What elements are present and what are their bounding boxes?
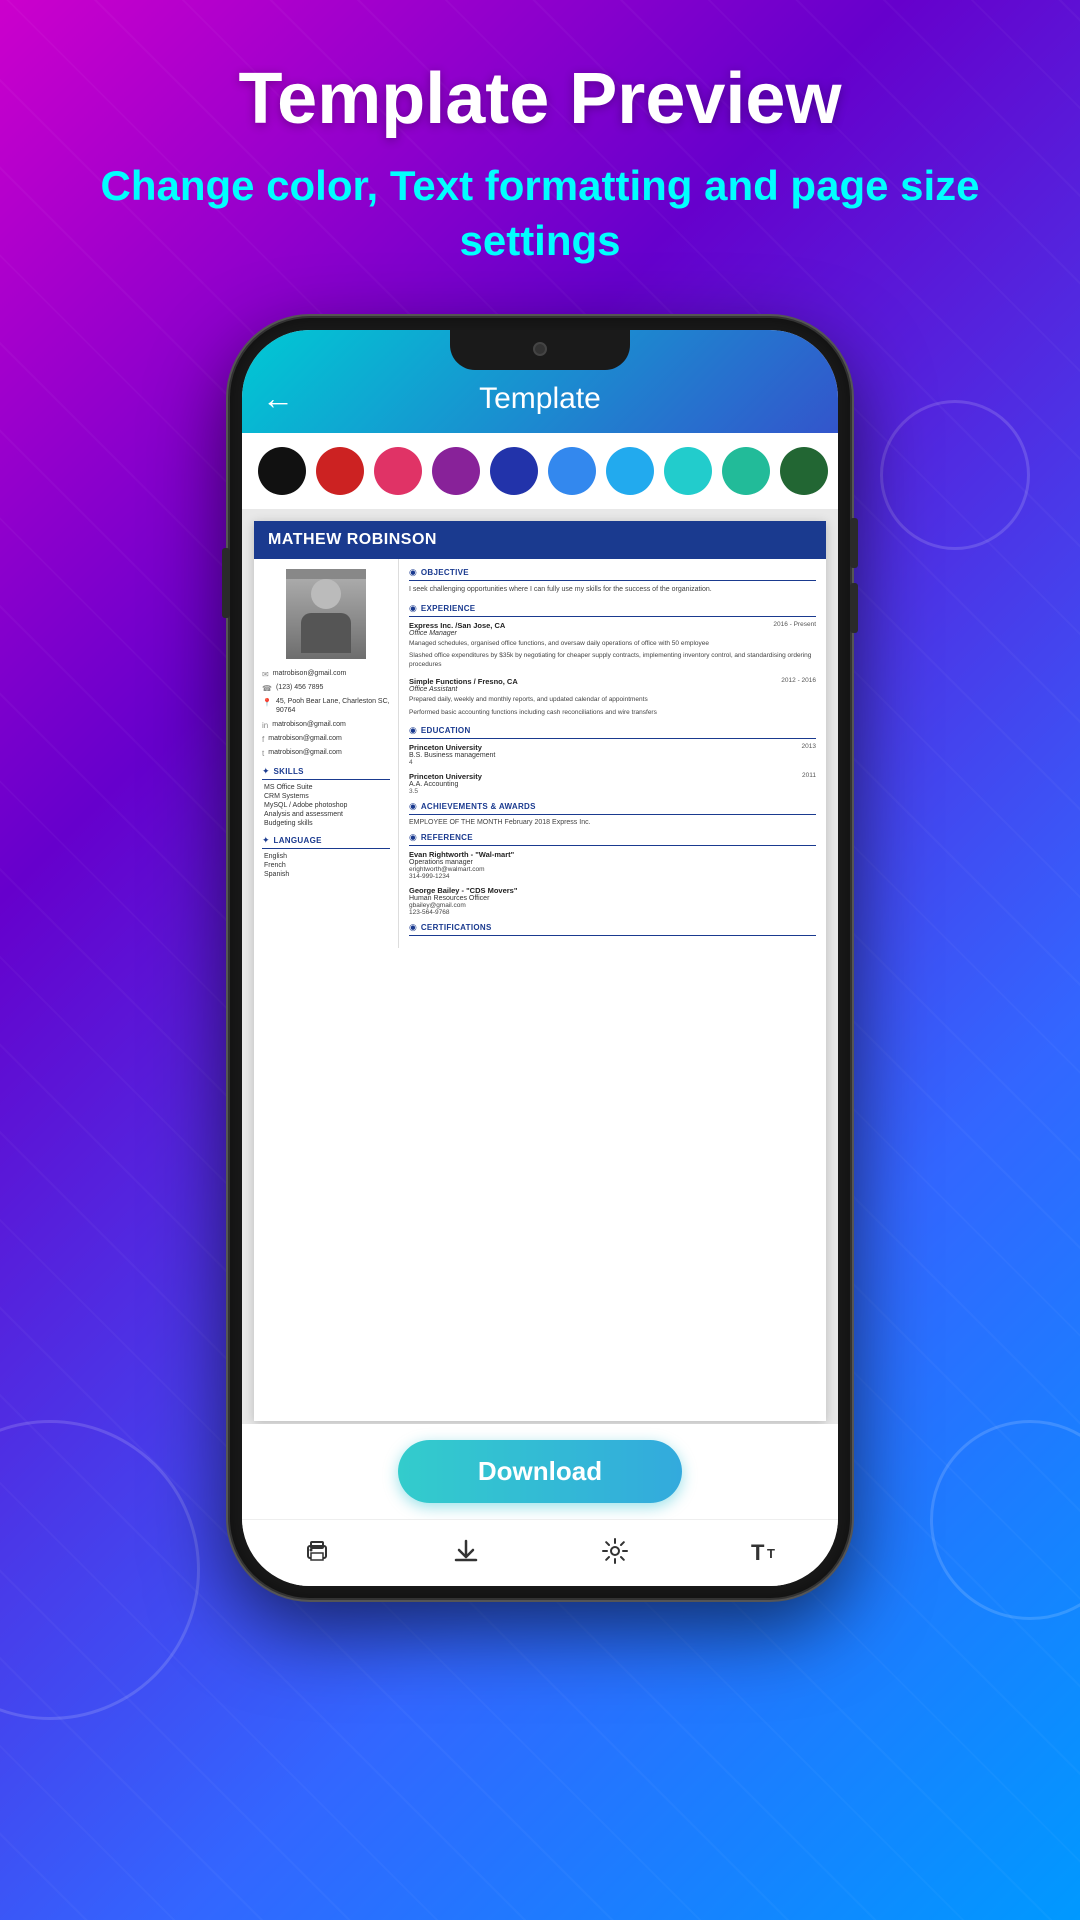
color-black[interactable] xyxy=(258,447,306,495)
settings-nav-item[interactable] xyxy=(600,1536,630,1566)
skill-1: MS Office Suite xyxy=(262,784,390,791)
phone-screen: ← Template xyxy=(242,330,838,1586)
lang-1: English xyxy=(262,853,390,860)
volume-down-button xyxy=(850,583,858,633)
education-section-header: ◉ EDUCATION xyxy=(409,725,816,739)
color-red[interactable] xyxy=(316,447,364,495)
experience-icon: ◉ xyxy=(409,603,417,614)
svg-text:T: T xyxy=(767,1546,775,1561)
certifications-icon: ◉ xyxy=(409,922,417,933)
language-icon: ✦ xyxy=(262,835,270,846)
resume-preview[interactable]: MATHEW ROBINSON xyxy=(242,509,838,1424)
edu-entry-1: Princeton University 2013 B.S. Business … xyxy=(409,743,816,766)
person-head xyxy=(311,579,341,609)
linkedin-icon: in xyxy=(262,721,268,730)
education-icon: ◉ xyxy=(409,725,417,736)
color-blue[interactable] xyxy=(548,447,596,495)
contact-phone: ☎ (123) 456 7895 xyxy=(262,683,390,693)
exp-header-1: Express Inc. /San Jose, CA 2016 - Presen… xyxy=(409,621,816,630)
reference-section-header: ◉ REFERENCE xyxy=(409,832,816,846)
photo-placeholder xyxy=(286,579,366,659)
reference-icon: ◉ xyxy=(409,832,417,843)
color-purple[interactable] xyxy=(432,447,480,495)
resume-name-bar: MATHEW ROBINSON xyxy=(254,521,826,559)
contact-address: 📍 45, Pooh Bear Lane, Charleston SC, 907… xyxy=(262,697,390,715)
color-light-blue[interactable] xyxy=(606,447,654,495)
exp-entry-1: Express Inc. /San Jose, CA 2016 - Presen… xyxy=(409,621,816,669)
color-navy[interactable] xyxy=(490,447,538,495)
color-palette xyxy=(242,433,838,509)
resume-body: ✉ matrobison@gmail.com ☎ (123) 456 7895 … xyxy=(254,559,826,947)
color-teal[interactable] xyxy=(722,447,770,495)
resume-photo xyxy=(286,569,366,659)
person-body xyxy=(301,613,351,653)
text-size-nav-item[interactable]: T T xyxy=(749,1536,779,1566)
resume-left-column: ✉ matrobison@gmail.com ☎ (123) 456 7895 … xyxy=(254,559,399,947)
twitter-icon: t xyxy=(262,749,264,758)
ref-entry-2: George Bailey - "CDS Movers" Human Resou… xyxy=(409,886,816,916)
contact-facebook: f matrobison@gmail.com xyxy=(262,734,390,744)
achievement-text: EMPLOYEE OF THE MONTH February 2018 Expr… xyxy=(409,819,816,826)
skill-5: Budgeting skills xyxy=(262,820,390,827)
exp-header-2: Simple Functions / Fresno, CA 2012 - 201… xyxy=(409,677,816,686)
certifications-section-header: ◉ CERTIFICATIONS xyxy=(409,922,816,936)
objective-section-header: ◉ OBJECTIVE xyxy=(409,567,816,581)
phone-icon: ☎ xyxy=(262,684,272,693)
download-nav-item[interactable] xyxy=(451,1536,481,1566)
resume-right-column: ◉ OBJECTIVE I seek challenging opportuni… xyxy=(399,559,826,947)
experience-section-header: ◉ EXPERIENCE xyxy=(409,603,816,617)
location-icon: 📍 xyxy=(262,698,272,707)
skill-3: MySQL / Adobe photoshop xyxy=(262,802,390,809)
language-section-header: ✦ LANGUAGE xyxy=(262,835,390,849)
ref-entry-1: Evan Rightworth - "Wal-mart" Operations … xyxy=(409,850,816,880)
objective-icon: ◉ xyxy=(409,567,417,578)
skills-icon: ✦ xyxy=(262,766,270,777)
download-button-container: Download xyxy=(242,1424,838,1519)
contact-linkedin: in matrobison@gmail.com xyxy=(262,720,390,730)
phone-inner: ← Template xyxy=(242,330,838,1586)
page-subtitle: Change color, Text formatting and page s… xyxy=(0,159,1080,268)
exp-entry-2: Simple Functions / Fresno, CA 2012 - 201… xyxy=(409,677,816,716)
screen-title: Template xyxy=(314,382,766,416)
svg-text:T: T xyxy=(751,1540,765,1565)
camera-icon xyxy=(533,342,547,356)
phone-outer: ← Template xyxy=(230,318,850,1598)
contact-twitter: t matrobison@gmail.com xyxy=(262,748,390,758)
lang-2: French xyxy=(262,862,390,869)
achievements-section-header: ◉ ACHIEVEMENTS & AWARDS xyxy=(409,801,816,815)
bottom-navigation: T T xyxy=(242,1519,838,1586)
page-title: Template Preview xyxy=(0,60,1080,139)
volume-up-button xyxy=(850,518,858,568)
lang-3: Spanish xyxy=(262,871,390,878)
header-section: Template Preview Change color, Text form… xyxy=(0,0,1080,298)
color-pink[interactable] xyxy=(374,447,422,495)
skill-2: CRM Systems xyxy=(262,793,390,800)
color-cyan[interactable] xyxy=(664,447,712,495)
contact-email: ✉ matrobison@gmail.com xyxy=(262,669,390,679)
power-button xyxy=(222,548,230,618)
skill-4: Analysis and assessment xyxy=(262,811,390,818)
phone-notch xyxy=(450,330,630,370)
achievements-icon: ◉ xyxy=(409,801,417,812)
back-button[interactable]: ← xyxy=(262,380,294,417)
email-icon: ✉ xyxy=(262,670,269,679)
skills-section-header: ✦ SKILLS xyxy=(262,766,390,780)
print-nav-item[interactable] xyxy=(302,1536,332,1566)
edu-entry-2: Princeton University 2011 A.A. Accountin… xyxy=(409,772,816,795)
facebook-icon: f xyxy=(262,735,264,744)
objective-text: I seek challenging opportunities where I… xyxy=(409,585,816,595)
phone-mockup: ← Template xyxy=(0,318,1080,1598)
download-button[interactable]: Download xyxy=(398,1440,682,1503)
resume-paper: MATHEW ROBINSON xyxy=(254,521,826,1421)
color-green[interactable] xyxy=(780,447,828,495)
